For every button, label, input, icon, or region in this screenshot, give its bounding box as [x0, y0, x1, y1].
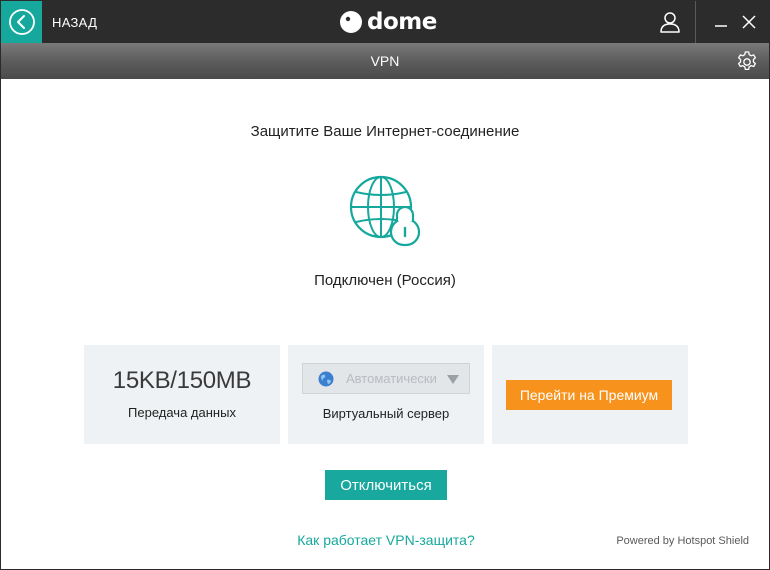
connection-status: Подключен (Россия) [314, 272, 456, 289]
back-button[interactable] [1, 1, 42, 43]
virtual-server-label: Виртуальный сервер [322, 406, 450, 421]
main-heading: Защитите Ваше Интернет-соединение [250, 123, 520, 140]
user-icon [660, 12, 680, 33]
logo-text: dome [367, 9, 437, 35]
data-transfer-value: 15KB/150MB [112, 367, 252, 394]
page-title: VPN [370, 53, 400, 69]
titlebar-divider [695, 1, 696, 43]
title-bar: НАЗАД dome [1, 1, 769, 43]
app-window: НАЗАД dome VPN Защитите Ваше Интернет-со… [0, 0, 770, 570]
disconnect-button[interactable]: Отключиться [325, 470, 447, 500]
server-select[interactable]: Автоматически [302, 363, 470, 394]
back-label[interactable]: НАЗАД [52, 15, 97, 30]
header-bar: VPN [1, 43, 769, 79]
globe-icon [318, 371, 334, 386]
server-select-value: Автоматически [346, 371, 437, 386]
close-button[interactable] [737, 11, 761, 33]
go-premium-button[interactable]: Перейти на Премиум [506, 380, 672, 410]
vpn-status-graphic [347, 173, 425, 249]
panda-logo-icon [340, 11, 362, 33]
caret-down-icon [447, 375, 459, 384]
close-icon [742, 15, 756, 29]
chevron-left-circle-icon [8, 9, 35, 35]
minimize-button[interactable] [709, 11, 733, 33]
user-button[interactable] [646, 1, 694, 43]
settings-button[interactable] [734, 49, 760, 75]
virtual-server-card: Автоматически Виртуальный сервер [288, 345, 484, 444]
data-transfer-label: Передача данных [128, 405, 236, 420]
globe-lock-icon [349, 175, 421, 247]
gear-icon [737, 51, 757, 71]
data-transfer-card: 15KB/150MB Передача данных [84, 345, 280, 444]
powered-by-text: Powered by Hotspot Shield [616, 535, 749, 547]
how-vpn-works-link[interactable]: Как работает VPN-защита? [251, 532, 521, 548]
app-logo: dome [339, 7, 439, 37]
premium-card: Перейти на Премиум [492, 345, 688, 444]
minimize-icon [715, 25, 727, 27]
